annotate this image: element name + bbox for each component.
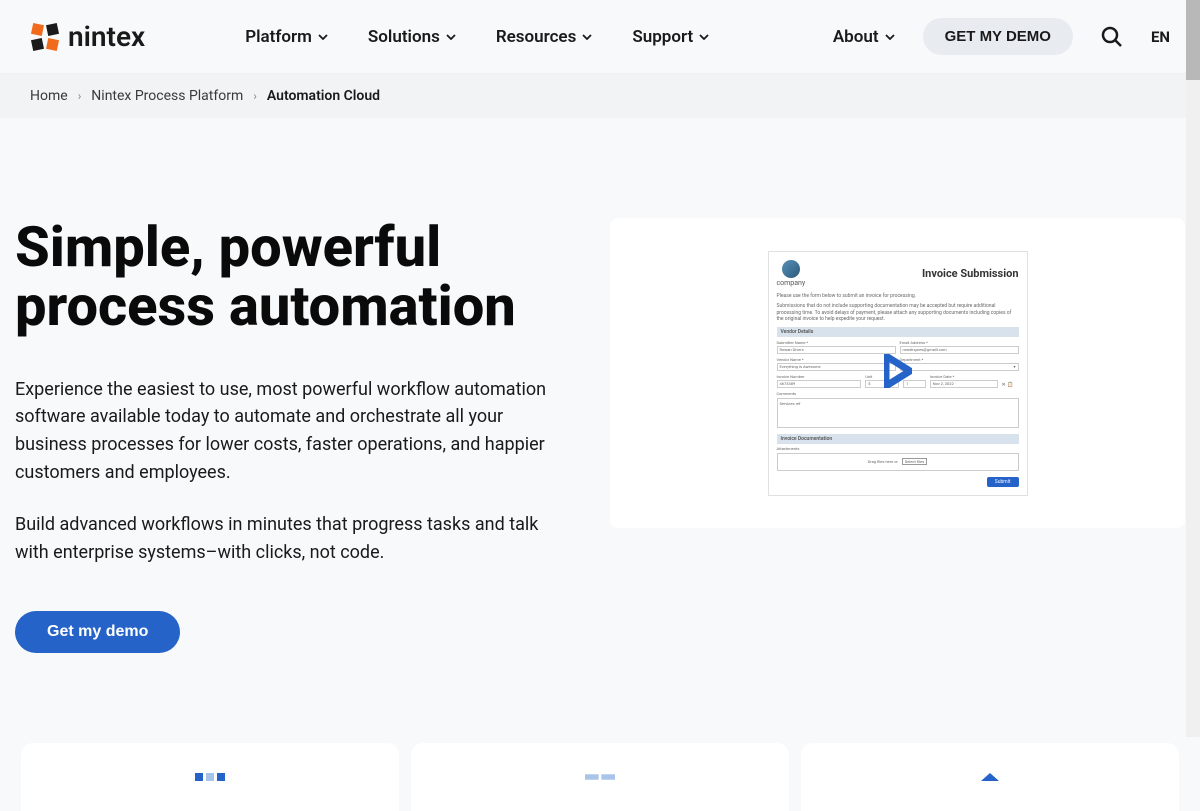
field-label: Invoice Number: [777, 374, 862, 379]
nav-support[interactable]: Support: [632, 27, 709, 47]
breadcrumb-platform[interactable]: Nintex Process Platform: [91, 88, 243, 104]
chevron-down-icon: [318, 34, 328, 40]
logo-text: nintex: [68, 20, 145, 53]
chevron-down-icon: [446, 34, 456, 40]
chevron-down-icon: [582, 34, 592, 40]
feature-card[interactable]: [411, 743, 789, 811]
nav-label: Resources: [496, 27, 577, 47]
feature-card[interactable]: [801, 743, 1179, 811]
nav-resources[interactable]: Resources: [496, 27, 593, 47]
comments-input: Services ref: [777, 398, 1019, 428]
nav-platform[interactable]: Platform: [245, 27, 328, 47]
search-icon[interactable]: [1101, 26, 1123, 48]
form-intro: Please use the form below to submit an i…: [777, 293, 1019, 300]
nav-label: About: [833, 27, 879, 47]
invoice-number-input: 4673389: [777, 380, 862, 388]
page-title: Simple, powerful process automation: [15, 218, 570, 336]
globe-icon: [782, 260, 800, 278]
form-header: company Invoice Submission: [777, 260, 1019, 287]
scrollbar-thumb[interactable]: [1186, 0, 1200, 80]
nav-label: Platform: [245, 27, 312, 47]
chevron-down-icon: [885, 34, 895, 40]
breadcrumb: Home › Nintex Process Platform › Automat…: [0, 74, 1200, 118]
form-note: Submissions that do not include supporti…: [777, 303, 1019, 323]
form-title: Invoice Submission: [922, 267, 1019, 280]
dropzone: Drag files here or Select files: [777, 453, 1019, 471]
hero-description-1: Experience the easiest to use, most powe…: [15, 376, 570, 488]
nav-label: Solutions: [368, 27, 440, 47]
primary-nav: Platform Solutions Resources Support: [245, 27, 709, 47]
breadcrumb-home[interactable]: Home: [30, 88, 68, 104]
hero-section: Simple, powerful process automation Expe…: [0, 118, 1200, 713]
section-docs: Invoice Documentation: [777, 434, 1019, 444]
department-input: Eng▾: [900, 363, 1019, 371]
play-icon[interactable]: [884, 354, 912, 392]
field-label: Department *: [900, 357, 1019, 362]
drop-text: Drag files here or: [868, 459, 898, 464]
field-label: Invoice Date *: [930, 374, 998, 379]
feature-icon: [585, 773, 615, 781]
scrollbar[interactable]: [1186, 0, 1200, 737]
feature-icon: [195, 773, 225, 781]
field-label: Attachments: [777, 446, 1019, 451]
invoice-date-input: Nov 2, 2022: [930, 380, 998, 388]
submit-button: Submit: [987, 477, 1019, 487]
logo[interactable]: nintex: [30, 20, 145, 53]
logo-icon: [30, 22, 60, 52]
field-label: Submitter Name *: [777, 340, 896, 345]
nav-solutions[interactable]: Solutions: [368, 27, 456, 47]
main-header: nintex Platform Solutions Resources Supp…: [0, 0, 1200, 74]
select-files-button: Select files: [902, 458, 927, 465]
feature-icon: [975, 773, 1005, 781]
breadcrumb-current: Automation Cloud: [267, 88, 380, 104]
section-vendor: Vendor Details: [777, 327, 1019, 337]
hero-description-2: Build advanced workflows in minutes that…: [15, 511, 570, 567]
chevron-right-icon: ›: [253, 89, 257, 103]
nav-label: Support: [632, 27, 693, 47]
field-label: Vendor Name *: [777, 357, 896, 362]
chevron-down-icon: [699, 34, 709, 40]
submitter-name-input: Rowan Divers: [777, 346, 896, 354]
get-demo-button[interactable]: Get my demo: [15, 611, 180, 653]
chevron-right-icon: ›: [78, 89, 82, 103]
hero-media[interactable]: company Invoice Submission Please use th…: [610, 218, 1185, 528]
vendor-name-input: Everything is Awesome: [777, 363, 896, 371]
feature-cards: [0, 743, 1200, 811]
nav-about[interactable]: About: [833, 27, 895, 47]
language-selector[interactable]: EN: [1151, 28, 1170, 46]
feature-card[interactable]: [21, 743, 399, 811]
company-logo: company: [777, 260, 806, 287]
email-input: rowdingoes@gmaill.com: [900, 346, 1019, 354]
hero-content: Simple, powerful process automation Expe…: [15, 218, 570, 653]
header-right: About GET MY DEMO EN: [833, 18, 1170, 55]
get-demo-header-button[interactable]: GET MY DEMO: [923, 18, 1073, 55]
field-label: Email Address *: [900, 340, 1019, 345]
company-label: company: [777, 279, 806, 287]
